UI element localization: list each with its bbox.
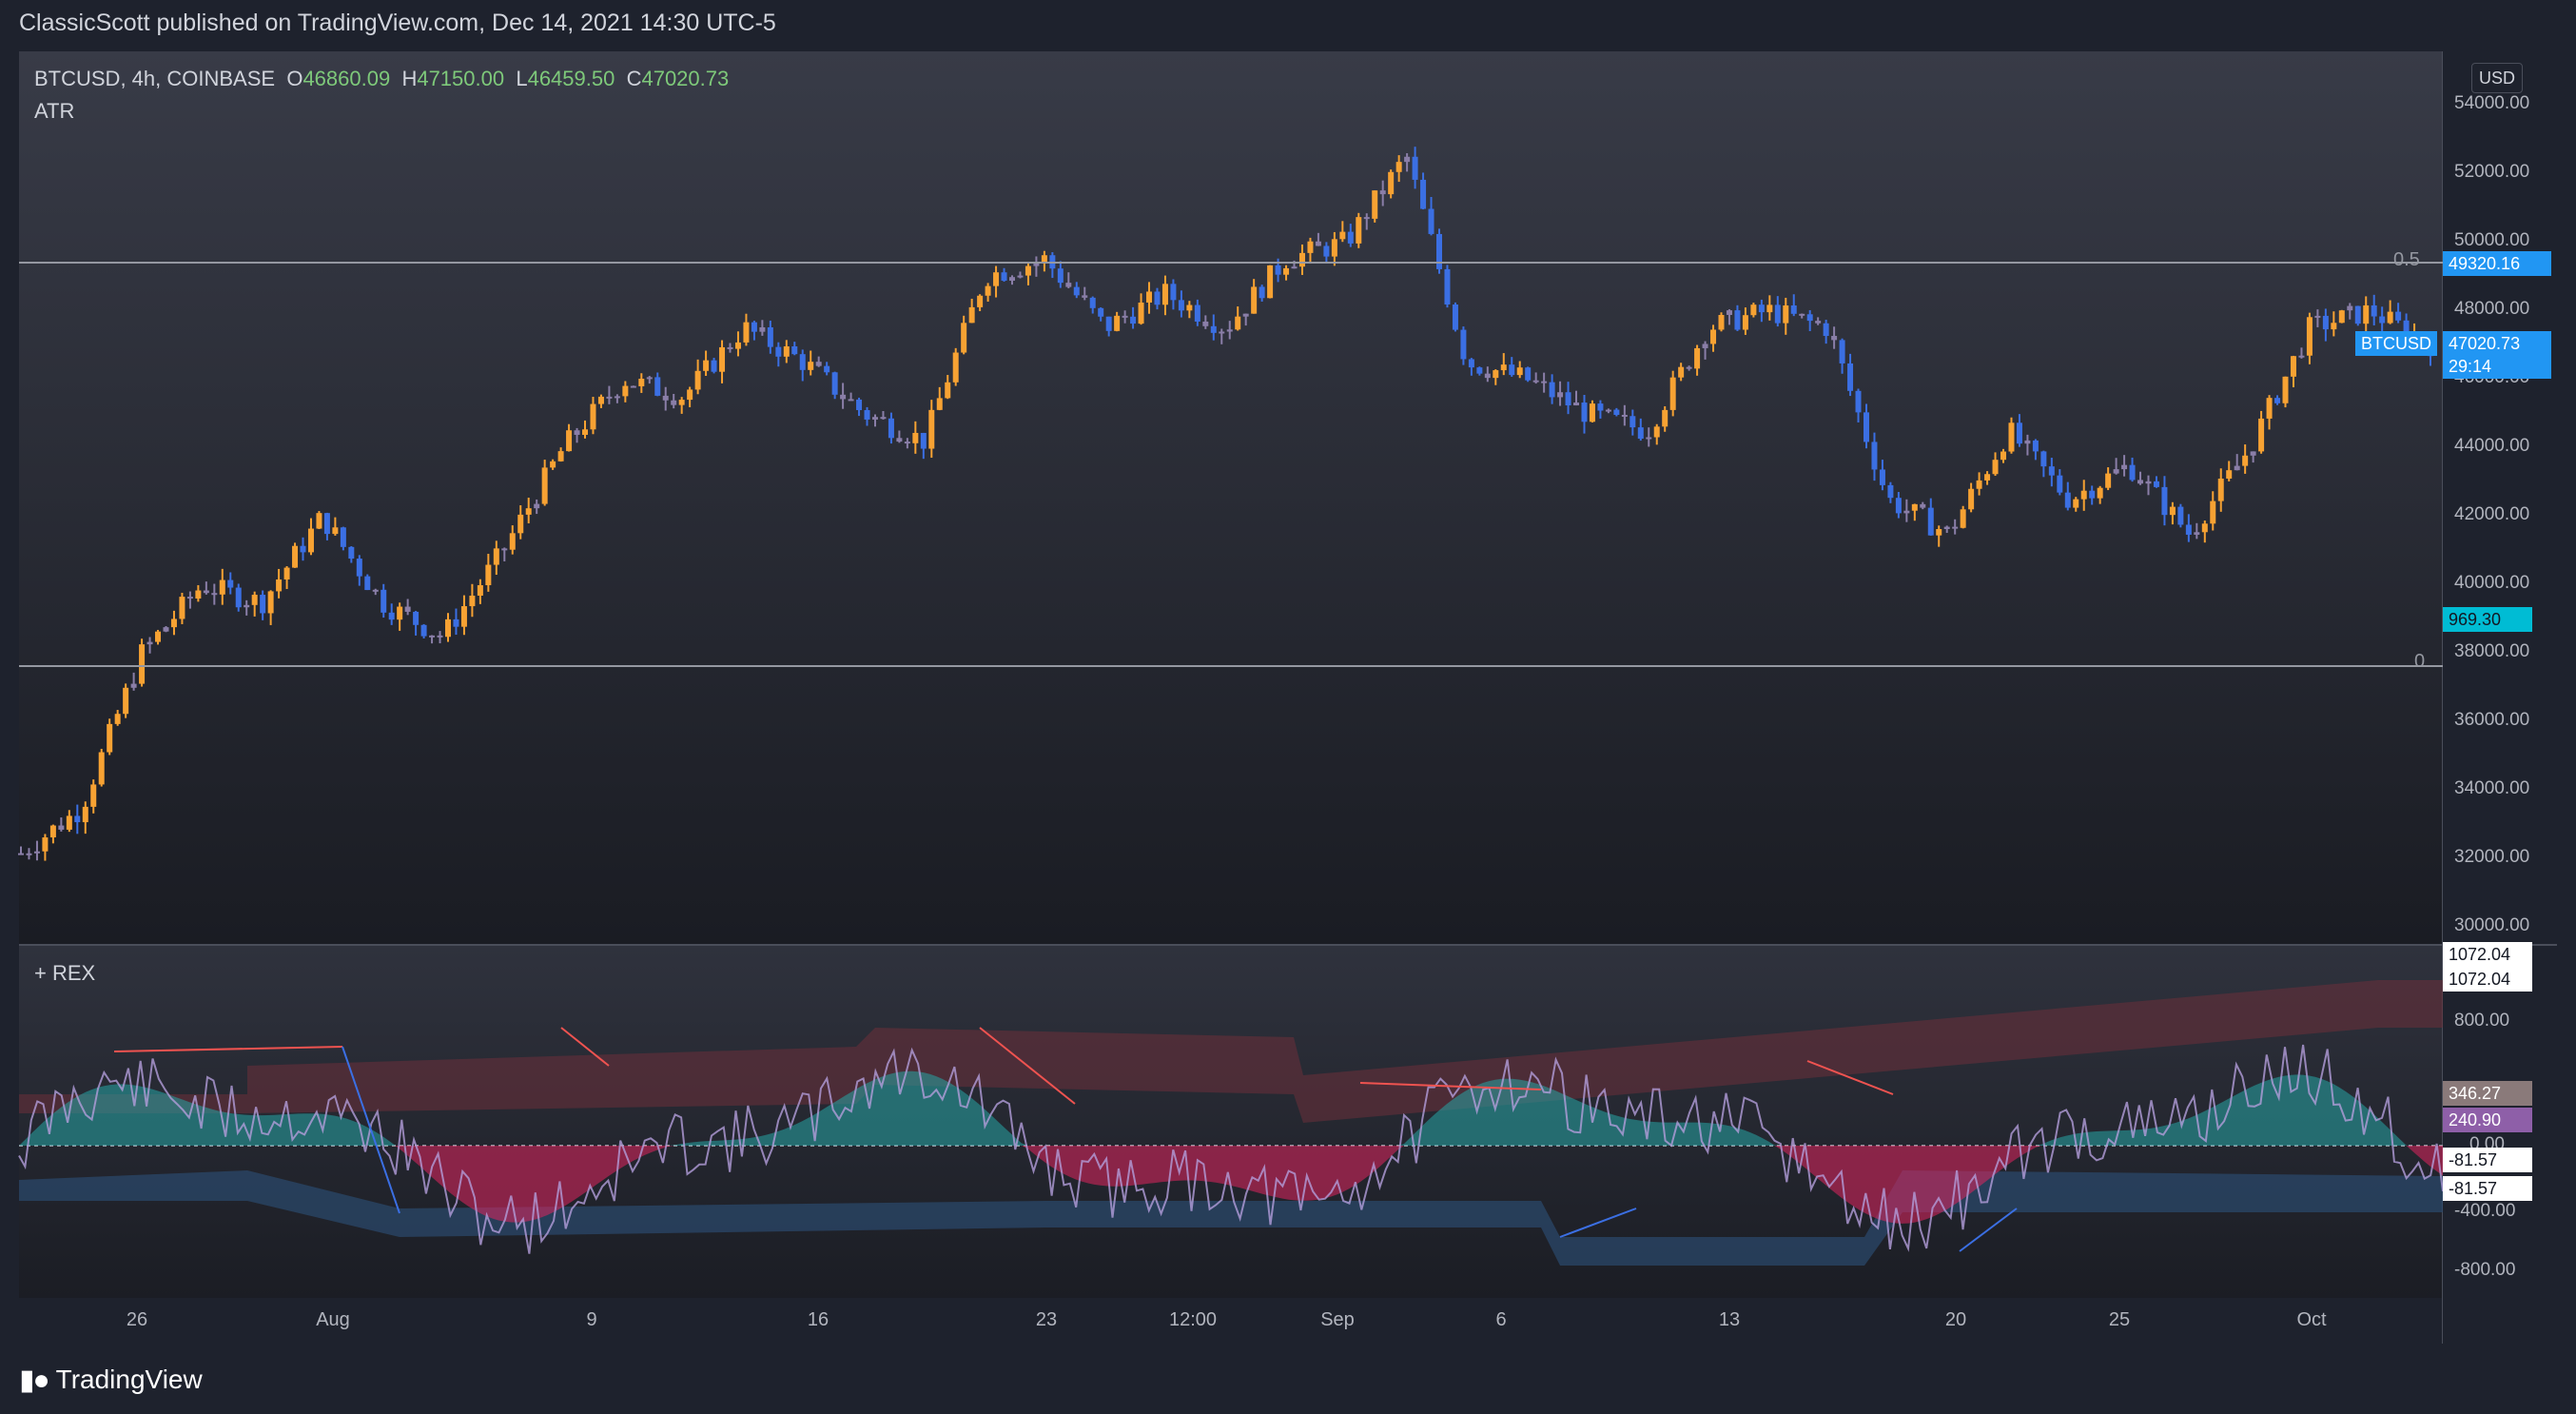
price-tick: 44000.00 bbox=[2454, 436, 2530, 456]
price-tick: 32000.00 bbox=[2454, 847, 2530, 867]
time-tick: Aug bbox=[316, 1309, 350, 1330]
tradingview-brand: TradingView bbox=[55, 1365, 203, 1394]
time-tick: 13 bbox=[1718, 1309, 1741, 1330]
study-label-atr[interactable]: ATR bbox=[34, 99, 74, 124]
low-key: L bbox=[516, 67, 528, 90]
close-key: C bbox=[626, 67, 642, 90]
tradingview-logo[interactable]: ▮● TradingView bbox=[19, 1361, 203, 1399]
time-tick: 12:00 bbox=[1168, 1309, 1218, 1330]
symbol-name[interactable]: BTCUSD, 4h, COINBASE bbox=[34, 67, 275, 90]
rex-value-tag[interactable]: 240.90 bbox=[2443, 1108, 2532, 1132]
open-key: O bbox=[286, 67, 303, 90]
study-label-rex[interactable]: + REX bbox=[34, 961, 95, 986]
indicator-tick: -400.00 bbox=[2454, 1201, 2516, 1221]
time-tick: 23 bbox=[1035, 1309, 1058, 1330]
rex-value-tag[interactable]: -81.57 bbox=[2443, 1148, 2532, 1172]
rex-upper-band bbox=[19, 980, 2443, 1123]
time-tick: 9 bbox=[586, 1309, 597, 1330]
divergence-line bbox=[1559, 1208, 1637, 1238]
price-tick: 30000.00 bbox=[2454, 915, 2530, 935]
rex-value-tag[interactable]: 346.27 bbox=[2443, 1081, 2532, 1106]
divergence-line bbox=[113, 1046, 343, 1052]
rex-oscillator bbox=[18, 980, 2444, 1266]
price-tick: 40000.00 bbox=[2454, 573, 2530, 593]
close-value: 47020.73 bbox=[641, 67, 730, 90]
high-key: H bbox=[401, 67, 418, 90]
rex-value-tag[interactable]: -81.57 bbox=[2443, 1176, 2532, 1201]
time-tick: Oct bbox=[2296, 1309, 2327, 1330]
price-tick: 54000.00 bbox=[2454, 93, 2530, 113]
symbol-legend[interactable]: BTCUSD, 4h, COINBASE O46860.09 H47150.00… bbox=[34, 67, 729, 91]
level-price-tag[interactable]: 49320.16 bbox=[2443, 251, 2551, 276]
countdown-tag: 29:14 bbox=[2443, 354, 2551, 379]
last-price-tag[interactable]: 47020.73 bbox=[2443, 331, 2551, 356]
symbol-tag[interactable]: BTCUSD bbox=[2355, 331, 2438, 356]
low-value: 46459.50 bbox=[527, 67, 615, 90]
price-tick: 34000.00 bbox=[2454, 778, 2530, 798]
price-tick: 38000.00 bbox=[2454, 641, 2530, 661]
price-tick: 52000.00 bbox=[2454, 162, 2530, 182]
price-tick: 36000.00 bbox=[2454, 710, 2530, 730]
tradingview-logo-icon: ▮● bbox=[19, 1364, 50, 1396]
time-tick: 20 bbox=[1944, 1309, 1967, 1330]
rex-value-tag[interactable]: 1072.04 bbox=[2443, 942, 2532, 967]
atr-value-tag[interactable]: 969.30 bbox=[2443, 607, 2532, 632]
high-value: 47150.00 bbox=[417, 67, 505, 90]
time-tick: 16 bbox=[807, 1309, 829, 1330]
price-tick: 50000.00 bbox=[2454, 230, 2530, 250]
indicator-tick: 800.00 bbox=[2454, 1011, 2510, 1031]
price-tick: 42000.00 bbox=[2454, 504, 2530, 524]
divergence-line bbox=[1959, 1208, 2018, 1252]
currency-button[interactable]: USD bbox=[2471, 63, 2523, 93]
time-tick: 6 bbox=[1495, 1309, 1507, 1330]
time-tick: 26 bbox=[126, 1309, 148, 1330]
open-value: 46860.09 bbox=[302, 67, 391, 90]
price-tick: 48000.00 bbox=[2454, 299, 2530, 319]
rex-value-tag[interactable]: 1072.04 bbox=[2443, 967, 2532, 992]
indicator-tick: -800.00 bbox=[2454, 1260, 2516, 1280]
time-tick: 25 bbox=[2108, 1309, 2131, 1330]
time-tick: Sep bbox=[1320, 1309, 1355, 1330]
